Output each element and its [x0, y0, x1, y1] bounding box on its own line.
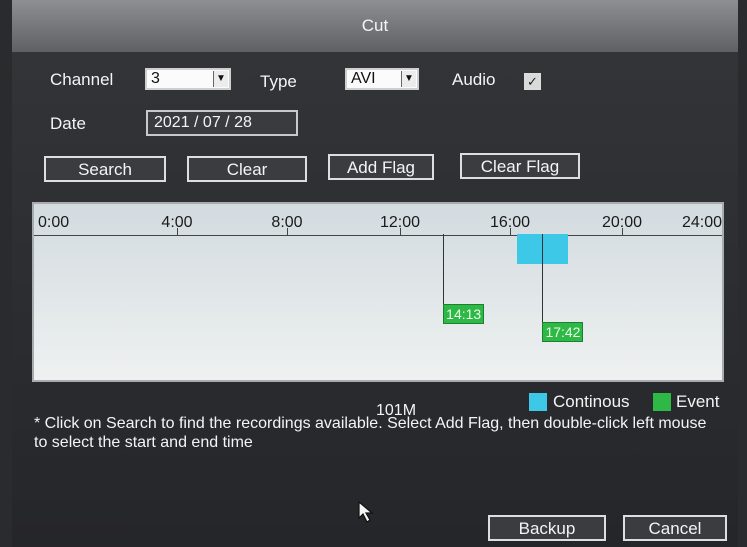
tick-label: 24:00	[681, 214, 722, 231]
flag-marker-line	[542, 234, 544, 322]
channel-value: 3	[151, 70, 160, 87]
checkmark-icon: ✓	[527, 74, 538, 89]
title-bar: Cut	[12, 0, 738, 53]
type-value: AVI	[351, 70, 376, 87]
cut-dialog: Channel 3 ▼ Type AVI ▼ Audio ✓ Date 2021…	[12, 52, 738, 547]
clear-flag-button[interactable]: Clear Flag	[460, 153, 580, 179]
continuous-legend-swatch	[529, 393, 547, 411]
event-legend-swatch	[653, 393, 671, 411]
audio-label: Audio	[452, 70, 496, 89]
tick-mark	[177, 228, 178, 235]
tick-mark	[287, 228, 288, 235]
channel-select[interactable]: 3 ▼	[145, 68, 231, 90]
timeline-axis	[34, 235, 722, 236]
tick-mark	[622, 228, 623, 235]
chevron-down-icon[interactable]: ▼	[213, 71, 228, 87]
continuous-legend-label: Continous	[553, 392, 630, 411]
flag-label[interactable]: 14:13	[443, 304, 485, 324]
clear-button[interactable]: Clear	[187, 156, 307, 182]
backup-button[interactable]: Backup	[488, 515, 606, 541]
help-text: * Click on Search to find the recordings…	[34, 415, 707, 451]
recording-timeline[interactable]: 0:00 4:00 8:00 12:00 16:00 20:00 24:00 1…	[32, 202, 724, 382]
audio-checkbox[interactable]: ✓	[524, 73, 541, 90]
flag-label[interactable]: 17:42	[542, 322, 584, 342]
tick-label: 0:00	[38, 214, 70, 231]
mouse-pointer-icon	[358, 500, 374, 523]
chevron-down-icon[interactable]: ▼	[401, 71, 416, 87]
cancel-button[interactable]: Cancel	[623, 515, 727, 541]
add-flag-button[interactable]: Add Flag	[328, 154, 434, 180]
search-button[interactable]: Search	[44, 156, 166, 182]
tick-mark	[510, 228, 511, 235]
event-legend-label: Event	[676, 392, 720, 411]
tick-mark	[400, 228, 401, 235]
date-field[interactable]: 2021 / 07 / 28	[146, 110, 298, 136]
window-title: Cut	[361, 16, 389, 35]
channel-label: Channel	[50, 70, 114, 89]
flag-marker-line	[443, 234, 445, 304]
type-label: Type	[260, 72, 297, 91]
type-select[interactable]: AVI ▼	[345, 68, 419, 90]
date-label: Date	[50, 114, 86, 133]
